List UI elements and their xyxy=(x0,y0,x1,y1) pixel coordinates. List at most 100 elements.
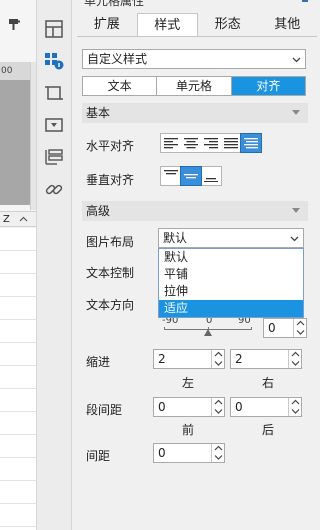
valign-middle-button[interactable] xyxy=(180,166,202,186)
collapse-triangle-icon xyxy=(292,110,300,115)
cell-property-panel: 单元格属性 扩展 样式 形态 其他 自定义样式 文本 单元格 对齐 基本 水平对… xyxy=(72,0,318,530)
valign-bottom-icon xyxy=(204,178,218,182)
property-tabs: 扩展 样式 形态 其他 xyxy=(77,13,317,37)
subtab-text[interactable]: 文本 xyxy=(83,77,156,95)
valign-top-icon xyxy=(164,170,178,175)
rotation-value: 0 xyxy=(268,321,276,335)
hyperlink-icon[interactable] xyxy=(43,178,65,200)
pin-icon[interactable] xyxy=(302,0,308,2)
align-left-button[interactable] xyxy=(161,134,181,152)
indent-left-caption: 左 xyxy=(182,376,195,390)
tab-style[interactable]: 样式 xyxy=(136,13,198,36)
spin-up-icon[interactable] xyxy=(214,445,223,452)
spacing-before-spinner[interactable]: 0 xyxy=(153,397,225,417)
spin-down-icon[interactable] xyxy=(296,329,305,336)
indent-right-value: 2 xyxy=(235,352,243,366)
condition-attribute-icon[interactable] xyxy=(43,146,65,168)
chevron-down-icon xyxy=(290,236,299,242)
basic-section-header[interactable]: 基本 xyxy=(82,103,308,123)
spin-up-icon[interactable] xyxy=(291,351,300,358)
spin-down-icon[interactable] xyxy=(291,408,300,415)
spacing-before-caption: 前 xyxy=(182,423,195,437)
spin-up-icon[interactable] xyxy=(214,351,223,358)
spin-down-icon[interactable] xyxy=(291,360,300,367)
align-right-button[interactable] xyxy=(201,134,221,152)
tab-form[interactable]: 形态 xyxy=(198,13,258,36)
align-left-icon xyxy=(164,138,178,149)
valign-middle-icon xyxy=(184,174,198,179)
chevron-up-icon[interactable] xyxy=(18,214,29,225)
subtab-align[interactable]: 对齐 xyxy=(230,77,305,95)
table-layout-icon[interactable] xyxy=(43,18,65,40)
advanced-section-title: 高级 xyxy=(86,204,111,218)
indent-left-spinner[interactable]: 2 xyxy=(153,349,225,369)
valign-bottom-button[interactable] xyxy=(201,167,221,185)
image-layout-option-fit[interactable]: 适应 xyxy=(159,300,303,317)
spin-up-icon[interactable] xyxy=(214,399,223,406)
indent-right-caption: 右 xyxy=(262,376,275,390)
basic-section-title: 基本 xyxy=(86,106,111,120)
advanced-section-header[interactable]: 高级 xyxy=(82,201,308,221)
chevron-up-icon[interactable] xyxy=(43,0,65,16)
v-align-buttons xyxy=(160,166,222,186)
style-sub-tabs: 文本 单元格 对齐 xyxy=(82,76,306,96)
widget-dropdown-icon[interactable] xyxy=(43,114,65,136)
indent-right-spinner[interactable]: 2 xyxy=(230,349,302,369)
line-spacing-value: 0 xyxy=(158,446,166,460)
align-distributed-button[interactable] xyxy=(240,133,262,153)
slider-thumb[interactable] xyxy=(204,329,212,336)
border-crop-icon[interactable] xyxy=(43,82,65,104)
spacing-before-value: 0 xyxy=(158,400,166,414)
column-letter: Z xyxy=(3,214,10,225)
valign-top-button[interactable] xyxy=(161,167,181,185)
text-direction-label: 文本方向 xyxy=(86,298,135,312)
subtab-cell[interactable]: 单元格 xyxy=(156,77,230,95)
spacing-after-caption: 后 xyxy=(262,423,275,437)
canvas-area xyxy=(0,80,30,205)
h-align-label: 水平对齐 xyxy=(86,139,135,153)
rotation-spinner[interactable]: 0 xyxy=(263,318,307,338)
spin-down-icon[interactable] xyxy=(214,408,223,415)
style-select[interactable]: 自定义样式 xyxy=(82,49,306,69)
align-center-icon xyxy=(184,138,198,149)
column-header[interactable]: Z xyxy=(0,211,36,227)
image-layout-option-stretch[interactable]: 拉伸 xyxy=(159,283,303,300)
collapse-triangle-icon xyxy=(292,208,300,213)
horizontal-ruler: 00 xyxy=(0,62,30,80)
text-control-label: 文本控制 xyxy=(86,266,135,280)
image-layout-value: 默认 xyxy=(163,231,188,245)
style-select-value: 自定义样式 xyxy=(87,52,148,66)
chevron-down-icon xyxy=(292,57,301,63)
align-center-button[interactable] xyxy=(181,134,201,152)
indent-label: 缩进 xyxy=(86,355,111,369)
spacing-after-value: 0 xyxy=(235,400,243,414)
format-painter-icon[interactable] xyxy=(8,17,22,31)
paragraph-spacing-label: 段间距 xyxy=(86,403,123,417)
text-rotation-slider[interactable]: -90 0 90 xyxy=(162,315,254,340)
align-distributed-icon xyxy=(244,138,258,149)
spin-up-icon[interactable] xyxy=(291,399,300,406)
spin-down-icon[interactable] xyxy=(214,454,223,461)
cell-properties-icon[interactable] xyxy=(43,50,65,72)
indent-left-value: 2 xyxy=(158,352,166,366)
spin-up-icon[interactable] xyxy=(296,320,305,327)
line-spacing-spinner[interactable]: 0 xyxy=(153,443,225,463)
h-align-buttons xyxy=(160,133,262,153)
image-layout-label: 图片布局 xyxy=(86,235,135,249)
image-layout-option-default[interactable]: 默认 xyxy=(159,249,303,266)
report-canvas-strip: 00 Z xyxy=(0,0,36,530)
align-right-icon xyxy=(204,138,218,149)
tab-other[interactable]: 其他 xyxy=(258,13,318,36)
image-layout-select[interactable]: 默认 xyxy=(158,228,304,248)
property-icon-sidebar xyxy=(36,0,72,530)
panel-title: 单元格属性 xyxy=(84,0,145,8)
grid-cells[interactable] xyxy=(0,228,36,530)
image-layout-option-tile[interactable]: 平铺 xyxy=(159,266,303,283)
align-justify-button[interactable] xyxy=(221,134,241,152)
align-justify-icon xyxy=(224,138,238,149)
tab-expand[interactable]: 扩展 xyxy=(77,13,137,36)
spin-down-icon[interactable] xyxy=(214,360,223,367)
image-layout-dropdown-list: 默认 平铺 拉伸 适应 xyxy=(158,248,304,318)
v-align-label: 垂直对齐 xyxy=(86,173,135,187)
spacing-after-spinner[interactable]: 0 xyxy=(230,397,302,417)
